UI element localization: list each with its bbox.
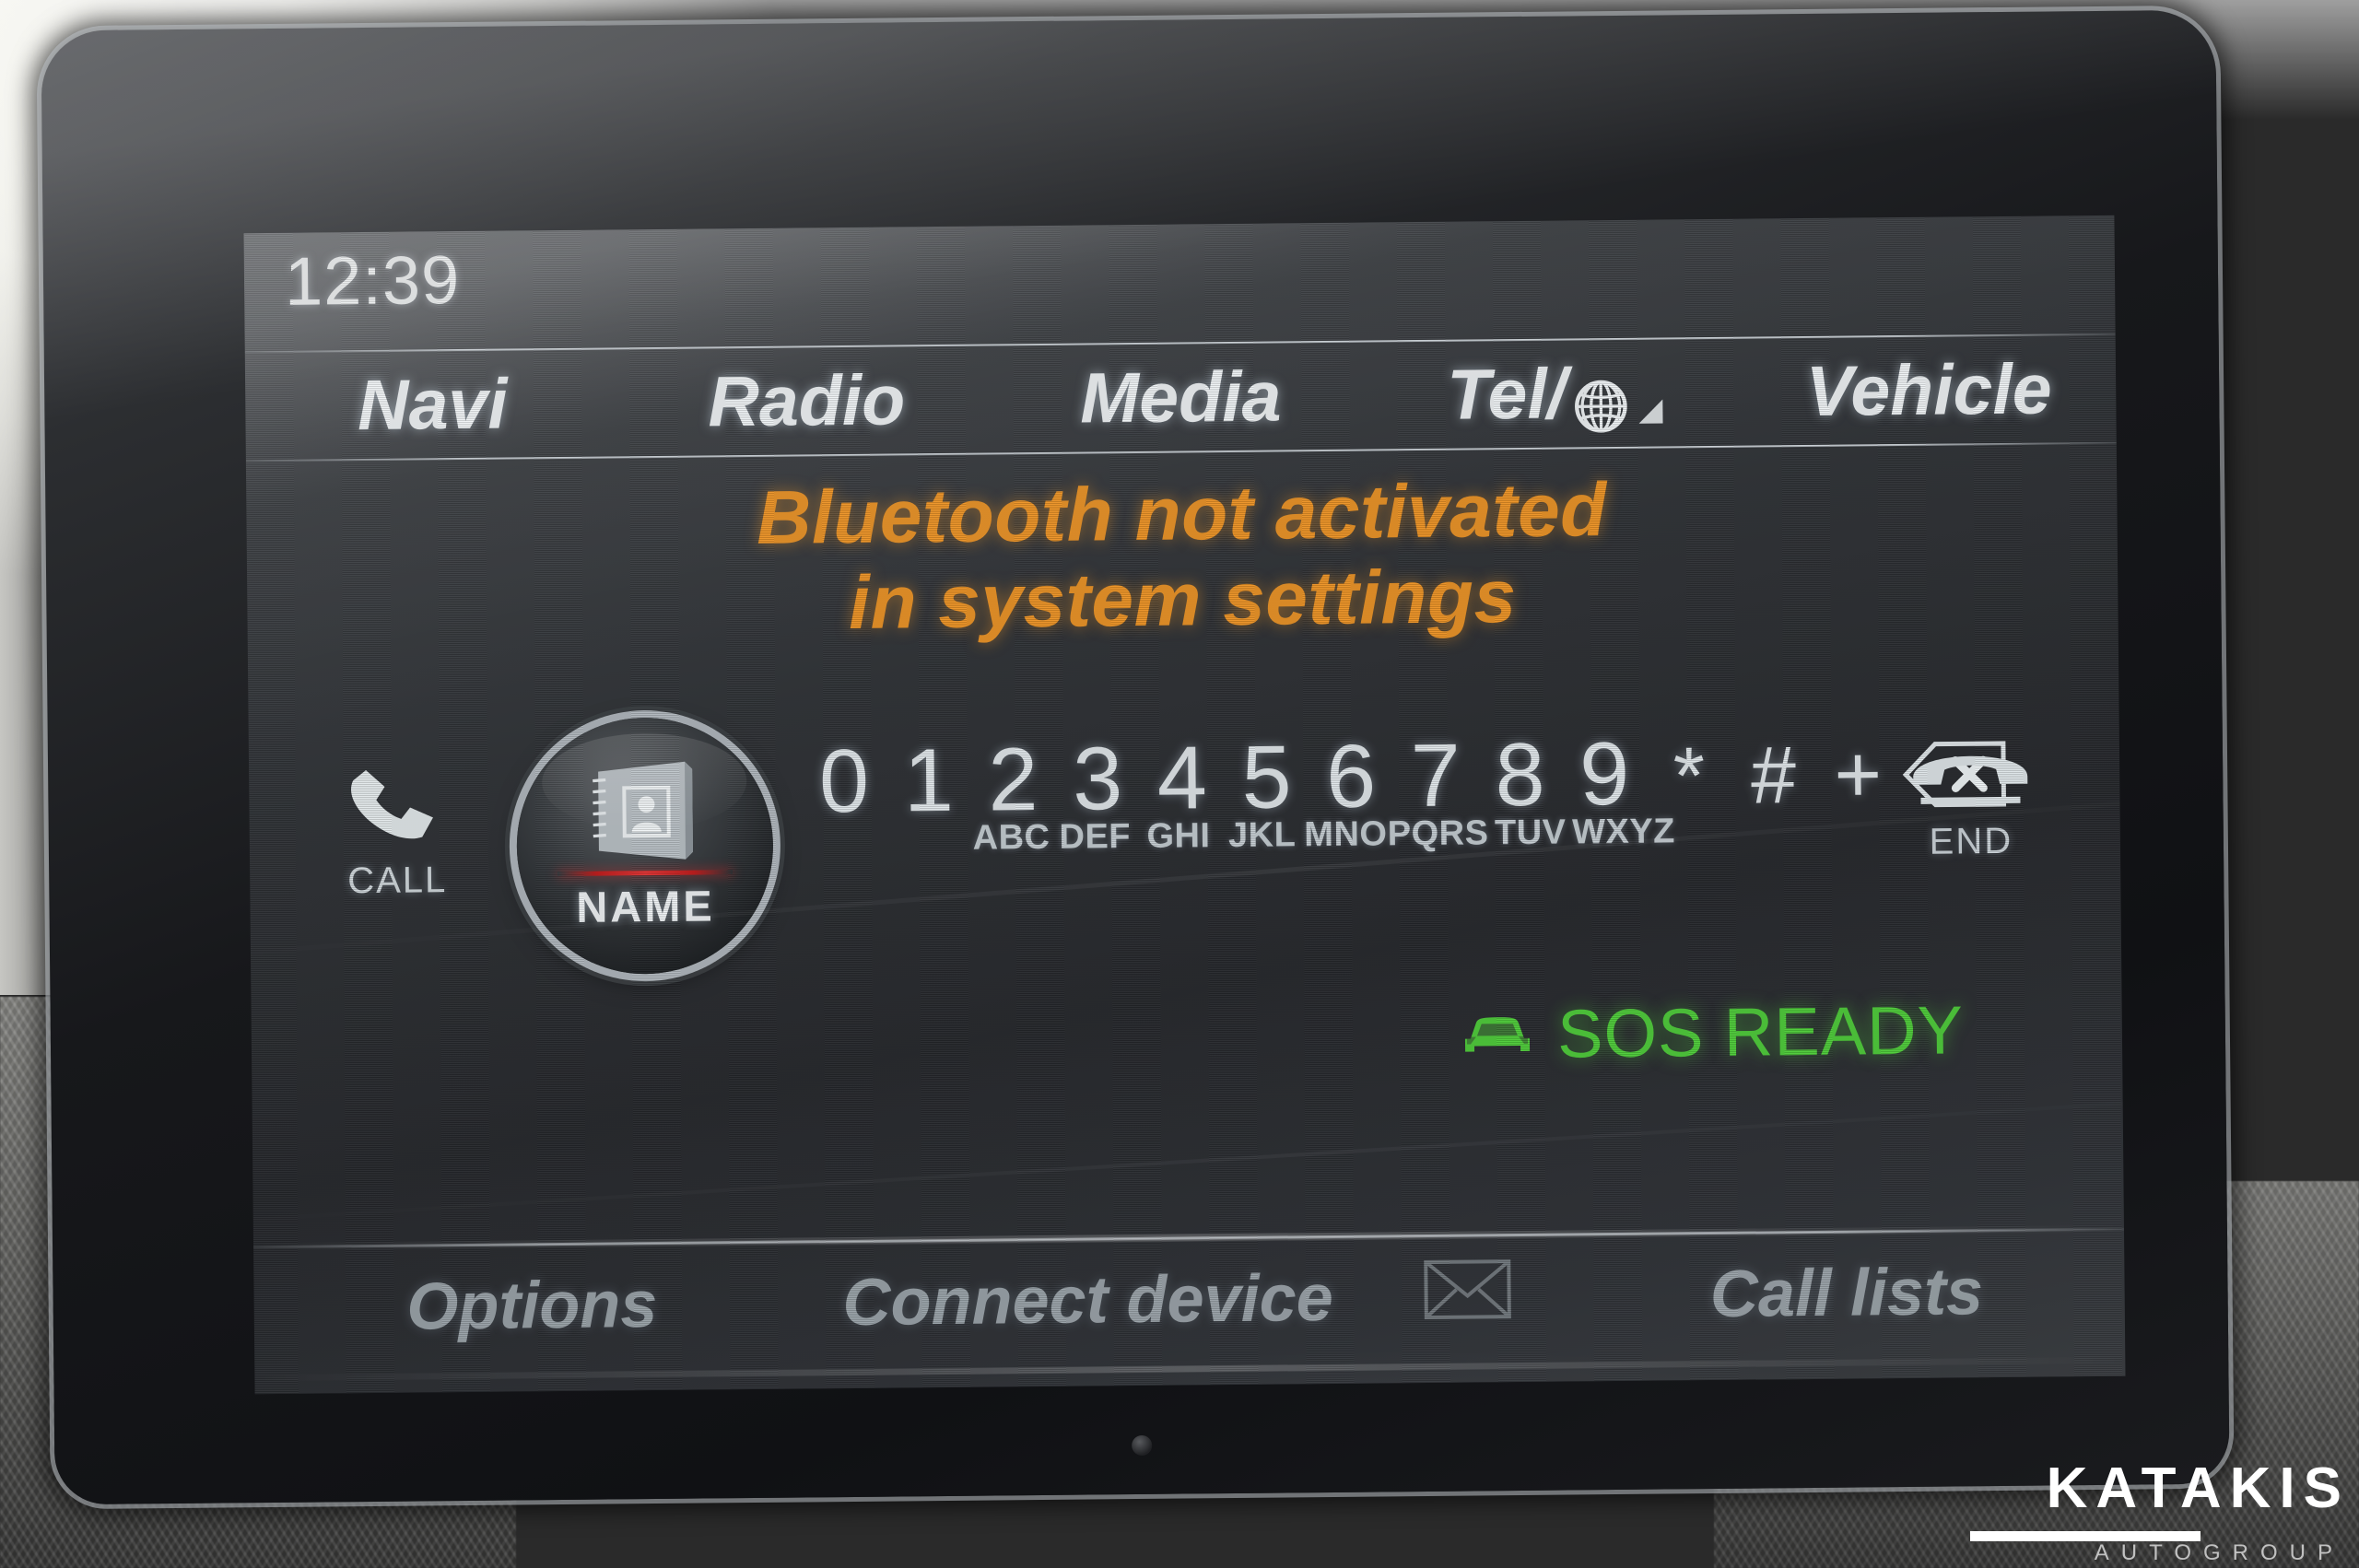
name-button-accent-line (557, 870, 734, 877)
end-call-button-label: END (1929, 820, 2013, 862)
key-8-letters: TUV (1494, 813, 1567, 853)
end-call-button[interactable]: END (1878, 739, 2063, 863)
call-button-label: CALL (347, 860, 448, 902)
bottom-function-bar: Options Connect device Call lists (253, 1231, 2125, 1368)
address-book-icon (583, 755, 706, 865)
signal-triangle-icon (1638, 399, 1663, 424)
key-9-letters: WXYZ (1571, 812, 1676, 852)
key-7-letters: PQRS (1387, 813, 1489, 854)
key-star-letters (1675, 812, 1759, 852)
comand-screen: 12:39 Navi Radio Media Tel/ Vehicle Blue… (243, 215, 2126, 1395)
display-bezel: 12:39 Navi Radio Media Tel/ Vehicle Blue… (41, 9, 2230, 1505)
sos-status-label: SOS READY (1556, 991, 1965, 1072)
menu-item-tel[interactable]: Tel/ (1367, 351, 1743, 437)
sos-status-indicator: SOS READY (1460, 990, 1965, 1073)
key-6-letters: MNO (1304, 814, 1388, 855)
bottom-item-call-lists[interactable]: Call lists (1568, 1253, 2125, 1334)
menu-item-media-label: Media (1079, 356, 1282, 439)
bluetooth-warning-line2: in system settings (848, 555, 1518, 646)
key-5-letters: JKL (1227, 815, 1297, 856)
glass-glare-2 (243, 1084, 2126, 1227)
key-6[interactable]: 6 (1309, 725, 1394, 826)
call-button[interactable]: CALL (304, 756, 489, 903)
status-clock: 12:39 (284, 241, 461, 320)
key-5[interactable]: 5 (1224, 726, 1309, 827)
phone-hangup-icon (1904, 740, 2037, 813)
menu-item-vehicle-label: Vehicle (1805, 348, 2053, 431)
bottom-item-messages[interactable] (1366, 1258, 1569, 1336)
key-hash-letters (1758, 811, 1842, 851)
car-icon (1460, 1010, 1535, 1059)
key-7[interactable]: 7 (1393, 725, 1479, 826)
key-star[interactable]: * (1647, 730, 1732, 821)
key-hash[interactable]: # (1731, 729, 1816, 820)
menu-item-vehicle[interactable]: Vehicle (1742, 347, 2117, 433)
dial-keypad: 0 1 2 3 4 5 6 7 8 9 * # + ABC DEF GHI JK… (802, 723, 2010, 860)
key-2-letters: ABC (972, 817, 1050, 858)
main-menu-bar: Navi Radio Media Tel/ Vehicle (245, 335, 2117, 460)
watermark-brand: KATAKIS (2046, 1457, 2350, 1520)
bottom-item-connect-device[interactable]: Connect device (810, 1260, 1367, 1341)
key-0-letters (803, 820, 886, 860)
watermark-subbrand: AUTOGROUP (2094, 1540, 2344, 1565)
menu-item-navi-label: Navi (357, 364, 509, 445)
menu-item-tel-label: Tel/ (1446, 353, 1567, 435)
bezel-sensor-dot (1132, 1434, 1153, 1457)
key-3-letters: DEF (1059, 817, 1132, 857)
key-0[interactable]: 0 (802, 731, 887, 832)
envelope-icon (1423, 1258, 1512, 1335)
key-3[interactable]: 3 (1055, 728, 1141, 829)
menu-item-media[interactable]: Media (993, 355, 1368, 440)
key-4-letters: GHI (1146, 816, 1211, 856)
name-button-label: NAME (576, 881, 715, 931)
bottom-item-options[interactable]: Options (253, 1265, 810, 1346)
key-1[interactable]: 1 (886, 730, 971, 831)
name-button[interactable]: NAME (515, 716, 775, 976)
key-8[interactable]: 8 (1477, 724, 1563, 825)
menu-item-radio[interactable]: Radio (619, 358, 994, 444)
key-2[interactable]: 2 (970, 729, 1056, 830)
key-4[interactable]: 4 (1140, 727, 1226, 828)
key-9[interactable]: 9 (1562, 723, 1648, 825)
menu-item-navi[interactable]: Navi (245, 362, 620, 448)
watermark: KATAKIS AUTOGROUP (1926, 1443, 2359, 1568)
telephone-controls: CALL NAME 0 1 2 3 4 5 6 7 8 9 * # + ABC … (249, 716, 2121, 976)
phone-handset-icon (341, 756, 452, 857)
globe-icon (1572, 370, 1630, 433)
key-1-letters (886, 819, 969, 860)
bluetooth-warning: Bluetooth not activated in system settin… (246, 462, 2118, 652)
menu-item-radio-label: Radio (707, 359, 906, 441)
